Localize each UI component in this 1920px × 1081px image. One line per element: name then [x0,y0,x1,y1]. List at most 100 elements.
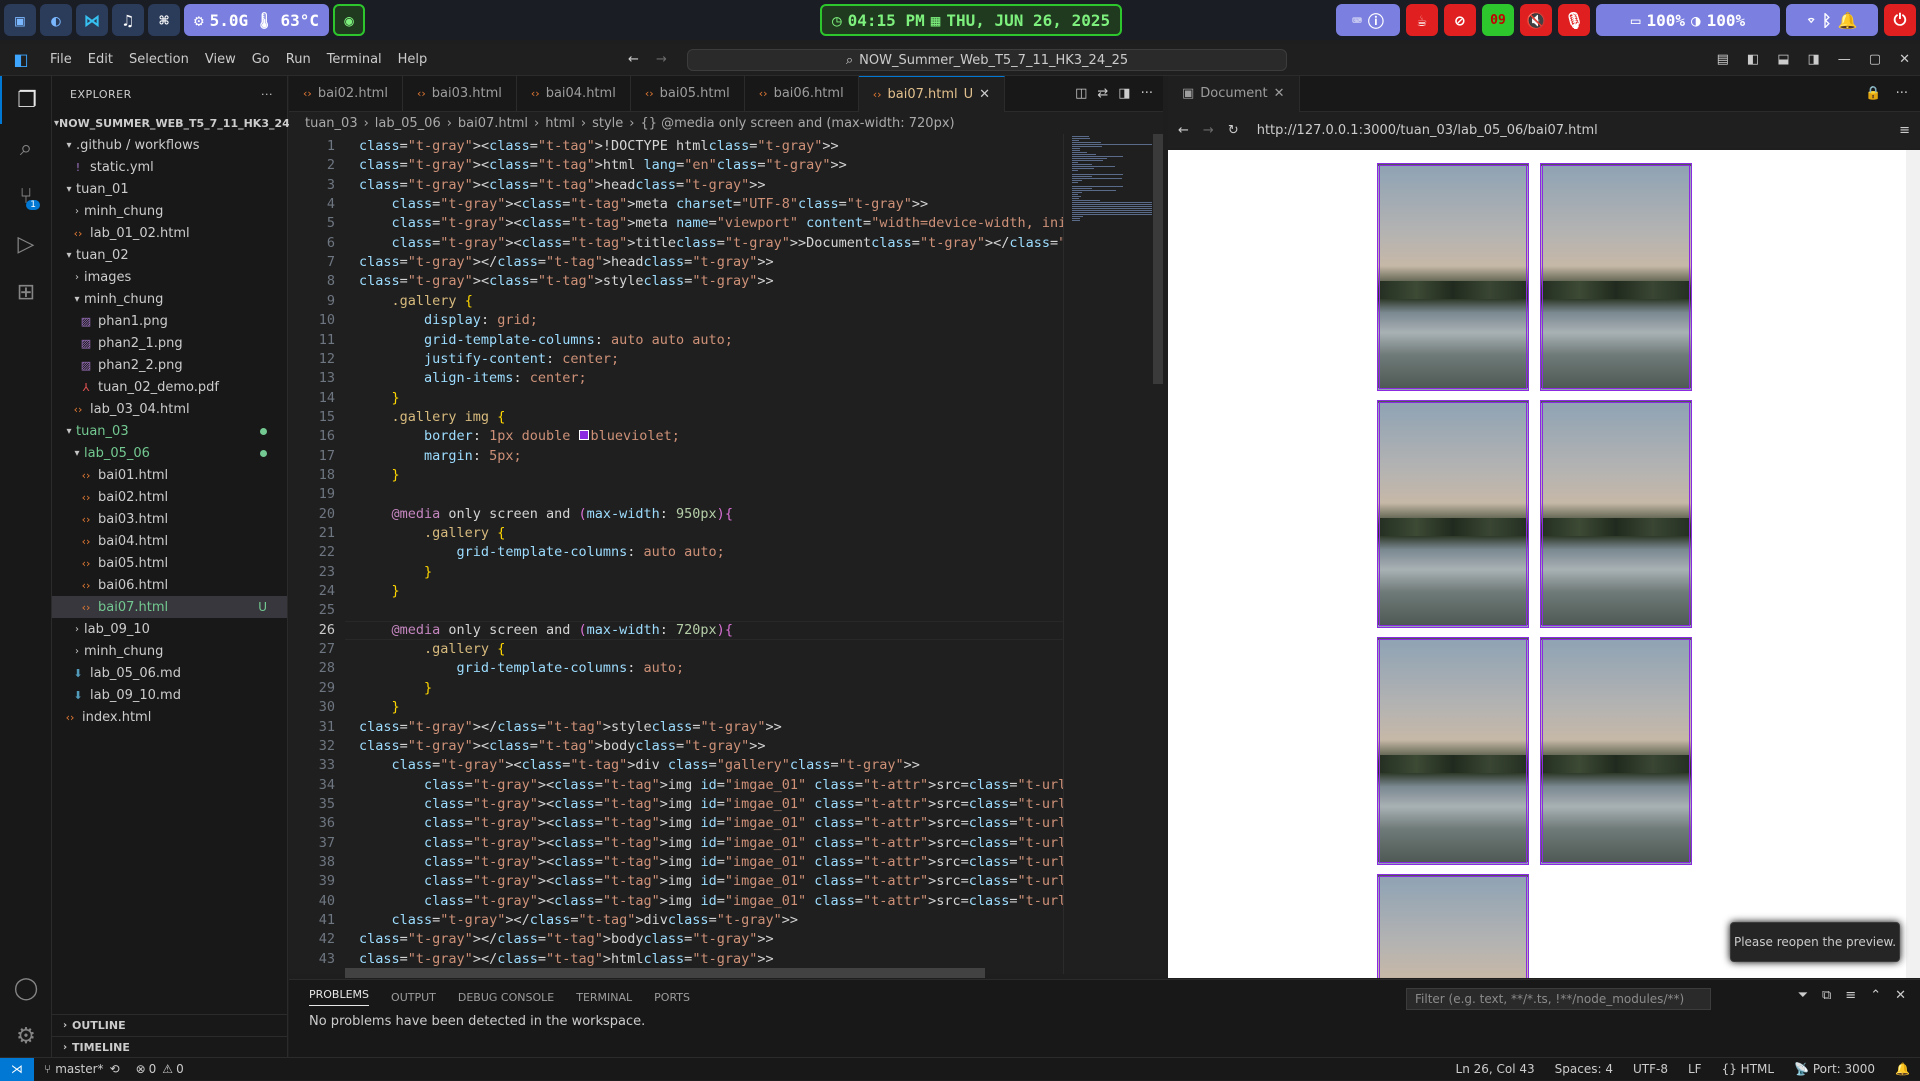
problems-filter-input[interactable]: Filter (e.g. text, **/*.ts, !**/node_mod… [1406,988,1711,1010]
tree-item-minh-chung[interactable]: › minh_chung [52,640,287,662]
tree-item-bai07-html[interactable]: ‹› bai07.html U [52,596,287,618]
tree-item-bai01-html[interactable]: ‹› bai01.html [52,464,287,486]
remote-indicator-icon[interactable]: ⋊ [0,1057,34,1081]
customize-layout-icon[interactable]: ▤ [1717,52,1729,67]
panel-tab-terminal[interactable]: TERMINAL [576,991,632,1004]
panel-tab-output[interactable]: OUTPUT [391,991,436,1004]
music-launcher-icon[interactable]: ♫ [112,4,144,36]
clock-widget[interactable]: ◷ 04:15 PM ▦ THU, JUN 26, 2025 [820,4,1123,36]
menu-file[interactable]: File [42,52,80,67]
search-view-icon[interactable]: ⌕ [0,124,52,172]
preview-back-icon[interactable]: ← [1178,123,1189,138]
tree-item-phan2-1-png[interactable]: ▨ phan2_1.png [52,332,287,354]
account-icon[interactable]: ◯ [0,964,52,1012]
tree-item-bai04-html[interactable]: ‹› bai04.html [52,530,287,552]
tree-item-tuan-02-demo-pdf[interactable]: ⅄ tuan_02_demo.pdf [52,376,287,398]
tree-item-index-html[interactable]: ‹› index.html [52,706,287,728]
menu-edit[interactable]: Edit [80,52,121,67]
terminal-launcher-icon[interactable]: ▣ [4,4,36,36]
tree-item-phan2-2-png[interactable]: ▨ phan2_2.png [52,354,287,376]
git-branch[interactable]: master* [55,1062,103,1076]
tree-item-tuan-01[interactable]: ▾ tuan_01 [52,178,287,200]
end-of-line[interactable]: LF [1688,1062,1702,1076]
maximize-panel-icon[interactable]: ⌃ [1870,988,1881,1003]
command-center-search[interactable]: ⌕ NOW_Summer_Web_T5_7_11_HK3_24_25 [687,49,1287,71]
split-editor-icon[interactable]: ◨ [1118,86,1130,101]
menu-help[interactable]: Help [390,52,436,67]
gamepad-launcher-icon[interactable]: ⌘ [148,4,180,36]
tree-item-lab-03-04-html[interactable]: ‹› lab_03_04.html [52,398,287,420]
live-server-port[interactable]: 📡 Port: 3000 [1794,1062,1875,1076]
browser-launcher-icon[interactable]: ◐ [40,4,72,36]
tab-bai02-html[interactable]: ‹› bai02.html [289,75,403,112]
breadcrumb-item[interactable]: style [592,116,623,131]
vscode-launcher-icon[interactable]: ⋈ [76,4,108,36]
collapse-all-icon[interactable]: ≡ [1845,988,1856,1003]
source-control-icon[interactable]: ⑂ 1 [0,172,52,220]
indentation[interactable]: Spaces: 4 [1555,1062,1613,1076]
connectivity-widget[interactable]: ⌔ ᛒ 🔔 [1786,4,1878,36]
preview-tab[interactable]: ▣ Document ✕ [1168,75,1300,112]
tree-item-minh-chung[interactable]: ▾ minh_chung [52,288,287,310]
tree-item-lab-05-06-md[interactable]: ⬇ lab_05_06.md [52,662,287,684]
panel-tab-problems[interactable]: PROBLEMS [309,988,370,1006]
battery-brightness-widget[interactable]: ▭ 100% ◑ 100% [1596,4,1780,36]
menu-go[interactable]: Go [244,52,278,67]
menu-view[interactable]: View [197,52,244,67]
minimize-icon[interactable]: — [1838,52,1851,67]
tree-item-phan1-png[interactable]: ▨ phan1.png [52,310,287,332]
menu-selection[interactable]: Selection [121,52,197,67]
tree-item--github-workflows[interactable]: ▾ .github / workflows [52,134,287,156]
tree-item-lab-05-06[interactable]: ▾ lab_05_06 [52,442,287,464]
close-tab-icon[interactable]: ✕ [1274,86,1285,101]
close-window-icon[interactable]: ✕ [1899,52,1910,67]
sync-icon[interactable]: ⟲ [110,1062,120,1076]
breadcrumb-item[interactable]: lab_05_06 [375,116,441,131]
tree-item-lab-09-10-md[interactable]: ⬇ lab_09_10.md [52,684,287,706]
tree-item-bai06-html[interactable]: ‹› bai06.html [52,574,287,596]
timeline-section[interactable]: › TIMELINE [52,1036,288,1058]
preview-url-field[interactable]: http://127.0.0.1:3000/tuan_03/lab_05_06/… [1252,118,1873,142]
error-count[interactable]: 0 [149,1062,157,1076]
breadcrumb-item[interactable]: html [545,116,575,131]
compare-icon[interactable]: ⇄ [1097,86,1108,101]
microphone-muted-icon[interactable]: 🎙 [1558,4,1590,36]
outline-section[interactable]: › OUTLINE [52,1014,288,1036]
keyboard-widget[interactable]: ⌨ ⓘ [1336,4,1400,36]
close-panel-icon[interactable]: ✕ [1895,988,1906,1003]
more-actions-icon[interactable]: ··· [261,88,273,101]
tree-item-minh-chung[interactable]: › minh_chung [52,200,287,222]
tree-item-static-yml[interactable]: ! static.yml [52,156,287,178]
menu-run[interactable]: Run [278,52,319,67]
do-not-disturb-icon[interactable]: ⊘ [1444,4,1476,36]
open-preview-icon[interactable]: ◫ [1075,86,1087,101]
tab-bai03-html[interactable]: ‹› bai03.html [403,75,517,112]
filter-icon[interactable]: ⏷ [1798,988,1808,1003]
workspace-root[interactable]: ▾ NOW_SUMMER_WEB_T5_7_11_HK3_24_25 [52,112,311,134]
maximize-icon[interactable]: ▢ [1869,52,1881,67]
caffeine-icon[interactable]: ☕ [1406,4,1438,36]
panel-tab-ports[interactable]: PORTS [654,991,690,1004]
preview-more-icon[interactable]: ··· [1896,86,1908,101]
tab-bai04-html[interactable]: ‹› bai04.html [517,75,631,112]
notifications-bell-icon[interactable]: 🔔 [1895,1062,1910,1076]
preview-menu-icon[interactable]: ≡ [1899,123,1910,138]
lock-icon[interactable]: 🔒 [1865,86,1881,101]
tab-bai06-html[interactable]: ‹› bai06.html [745,75,859,112]
cursor-position[interactable]: Ln 26, Col 43 [1456,1062,1535,1076]
settings-gear-icon[interactable]: ⚙ [0,1012,52,1060]
panel-tab-debug-console[interactable]: DEBUG CONSOLE [458,991,554,1004]
tree-item-tuan-03[interactable]: ▾ tuan_03 [52,420,287,442]
breadcrumb-item[interactable]: tuan_03 [305,116,358,131]
toggle-secondary-sidebar-icon[interactable]: ◨ [1808,52,1820,67]
tab-bai07-html[interactable]: ‹› bai07.html U ✕ [858,75,1006,112]
tree-item-bai02-html[interactable]: ‹› bai02.html [52,486,287,508]
vertical-scrollbar-thumb[interactable] [1153,134,1163,384]
speaker-muted-icon[interactable]: 🔇 [1520,4,1552,36]
tree-item-bai03-html[interactable]: ‹› bai03.html [52,508,287,530]
language-mode[interactable]: {} HTML [1722,1062,1775,1076]
breadcrumb-item[interactable]: {} @media only screen and (max-width: 72… [640,116,954,131]
forward-arrow-icon[interactable]: → [656,52,667,67]
tree-item-tuan-02[interactable]: ▾ tuan_02 [52,244,287,266]
toggle-sidebar-icon[interactable]: ◧ [1747,52,1759,67]
